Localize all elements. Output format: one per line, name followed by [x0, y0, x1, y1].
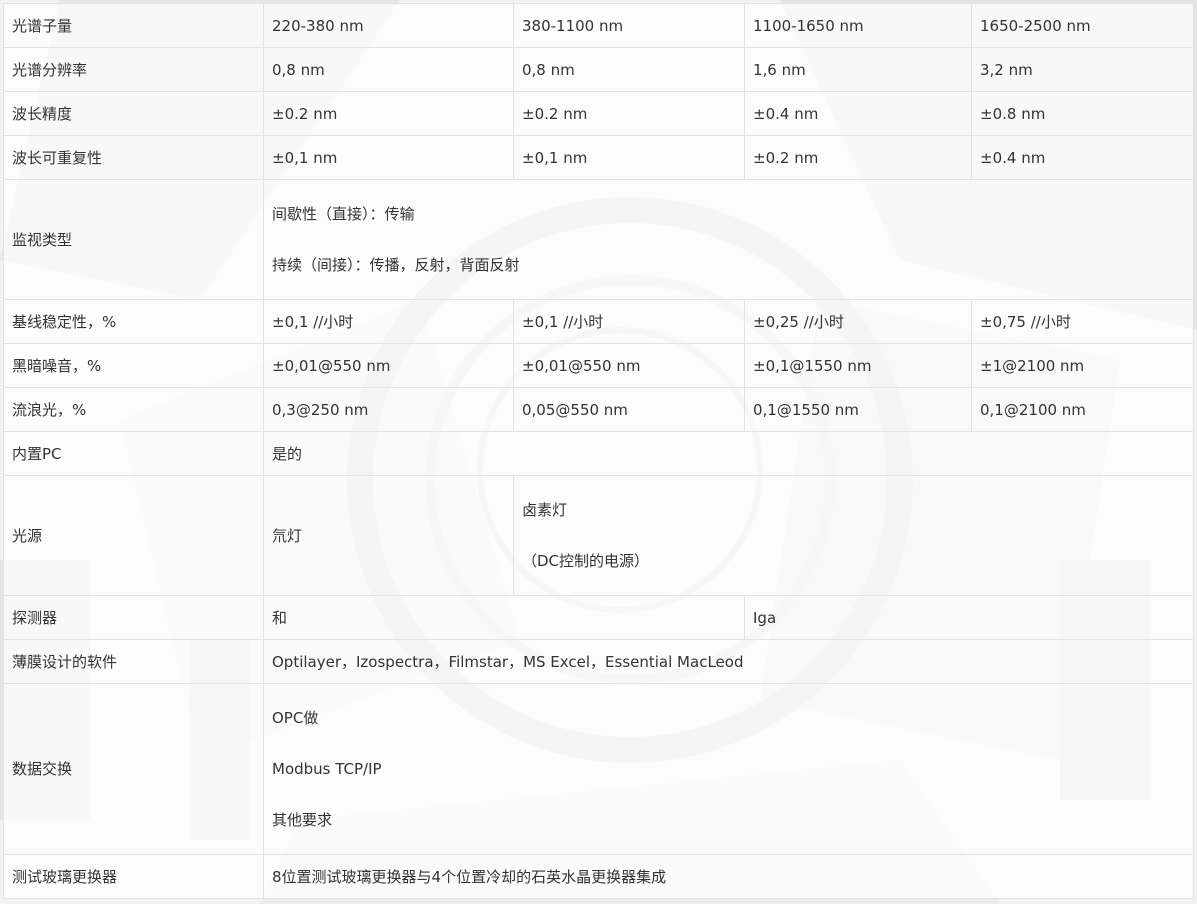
row-label: 基线稳定性，%: [3, 299, 264, 344]
table-cell: ±0.2 nm: [513, 91, 745, 136]
row-label: 数据交换: [3, 683, 264, 855]
table-row-data-exchange: 数据交换 OPC做 Modbus TCP/IP 其他要求: [3, 683, 1194, 855]
table-cell: ±0,75 //小时: [971, 299, 1194, 344]
table-cell: 0,8 nm: [513, 47, 745, 92]
table-cell: 8位置测试玻璃更换器与4个位置冷却的石英水晶更换器集成: [263, 854, 1194, 899]
table-cell: 380-1100 nm: [513, 3, 745, 48]
table-cell: 1100-1650 nm: [744, 3, 972, 48]
table-row-dark-noise: 黑暗噪音，% ±0,01@550 nm ±0,01@550 nm ±0,1@15…: [3, 343, 1194, 388]
cell-line: Modbus TCP/IP: [272, 760, 382, 778]
row-label: 内置PC: [3, 431, 264, 476]
table-row-detector: 探测器 和 Iga: [3, 595, 1194, 640]
table-row-accuracy: 波长精度 ±0.2 nm ±0.2 nm ±0.4 nm ±0.8 nm: [3, 91, 1194, 136]
table-cell: Optilayer，Izospectra，Filmstar，MS Excel，E…: [263, 639, 1194, 684]
table-cell: ±0,1 nm: [263, 135, 514, 180]
table-cell: ±0,01@550 nm: [263, 343, 514, 388]
table-cell: 0,8 nm: [263, 47, 514, 92]
table-cell: ±0.2 nm: [263, 91, 514, 136]
table-cell: ±1@2100 nm: [971, 343, 1194, 388]
table-cell: ±0,1 //小时: [513, 299, 745, 344]
table-cell: ±0.2 nm: [744, 135, 972, 180]
table-cell: 氘灯: [263, 475, 514, 596]
table-row-repeatability: 波长可重复性 ±0,1 nm ±0,1 nm ±0.2 nm ±0.4 nm: [3, 135, 1194, 180]
table-cell: Iga: [744, 595, 1194, 640]
spec-table: 光谱子量 220-380 nm 380-1100 nm 1100-1650 nm…: [3, 3, 1194, 899]
row-label: 黑暗噪音，%: [3, 343, 264, 388]
row-label: 波长精度: [3, 91, 264, 136]
table-cell: 1,6 nm: [744, 47, 972, 92]
row-label: 光谱分辨率: [3, 47, 264, 92]
table-row-builtin-pc: 内置PC 是的: [3, 431, 1194, 476]
table-cell: OPC做 Modbus TCP/IP 其他要求: [263, 683, 1194, 855]
table-cell: ±0.8 nm: [971, 91, 1194, 136]
table-cell: 1650-2500 nm: [971, 3, 1194, 48]
table-row-light-source: 光源 氘灯 卤素灯 （DC控制的电源）: [3, 475, 1194, 596]
table-cell: ±0.4 nm: [971, 135, 1194, 180]
table-cell: ±0,01@550 nm: [513, 343, 745, 388]
table-row-resolution: 光谱分辨率 0,8 nm 0,8 nm 1,6 nm 3,2 nm: [3, 47, 1194, 92]
row-label: 流浪光，%: [3, 387, 264, 432]
cell-line: 持续（间接）：传播，反射，背面反射: [272, 256, 520, 274]
table-cell: 0,1@1550 nm: [744, 387, 972, 432]
row-label: 探测器: [3, 595, 264, 640]
cell-line: 其他要求: [272, 811, 333, 829]
table-cell: 3,2 nm: [971, 47, 1194, 92]
table-row-software: 薄膜设计的软件 Optilayer，Izospectra，Filmstar，MS…: [3, 639, 1194, 684]
row-label: 光源: [3, 475, 264, 596]
row-label: 监视类型: [3, 179, 264, 300]
row-label: 薄膜设计的软件: [3, 639, 264, 684]
table-cell: ±0,25 //小时: [744, 299, 972, 344]
table-cell: 间歇性（直接）：传输 持续（间接）：传播，反射，背面反射: [263, 179, 1194, 300]
row-label: 波长可重复性: [3, 135, 264, 180]
table-cell: ±0,1@1550 nm: [744, 343, 972, 388]
cell-line: 卤素灯: [522, 501, 568, 519]
table-row-spectral-range: 光谱子量 220-380 nm 380-1100 nm 1100-1650 nm…: [3, 3, 1194, 48]
table-cell: 220-380 nm: [263, 3, 514, 48]
cell-line: （DC控制的电源）: [522, 552, 650, 570]
table-cell: 0,05@550 nm: [513, 387, 745, 432]
table-cell: 卤素灯 （DC控制的电源）: [513, 475, 1194, 596]
table-cell: 和: [263, 595, 745, 640]
table-row-glass-changer: 测试玻璃更换器 8位置测试玻璃更换器与4个位置冷却的石英水晶更换器集成: [3, 854, 1194, 899]
row-label: 测试玻璃更换器: [3, 854, 264, 899]
table-cell: ±0,1 //小时: [263, 299, 514, 344]
table-cell: ±0,1 nm: [513, 135, 745, 180]
table-cell: 0,1@2100 nm: [971, 387, 1194, 432]
cell-line: OPC做: [272, 709, 319, 727]
table-cell: ±0.4 nm: [744, 91, 972, 136]
row-label: 光谱子量: [3, 3, 264, 48]
table-row-stray-light: 流浪光，% 0,3@250 nm 0,05@550 nm 0,1@1550 nm…: [3, 387, 1194, 432]
table-row-baseline: 基线稳定性，% ±0,1 //小时 ±0,1 //小时 ±0,25 //小时 ±…: [3, 299, 1194, 344]
table-row-monitoring: 监视类型 间歇性（直接）：传输 持续（间接）：传播，反射，背面反射: [3, 179, 1194, 300]
table-cell: 是的: [263, 431, 1194, 476]
table-cell: 0,3@250 nm: [263, 387, 514, 432]
cell-line: 间歇性（直接）：传输: [272, 205, 415, 223]
